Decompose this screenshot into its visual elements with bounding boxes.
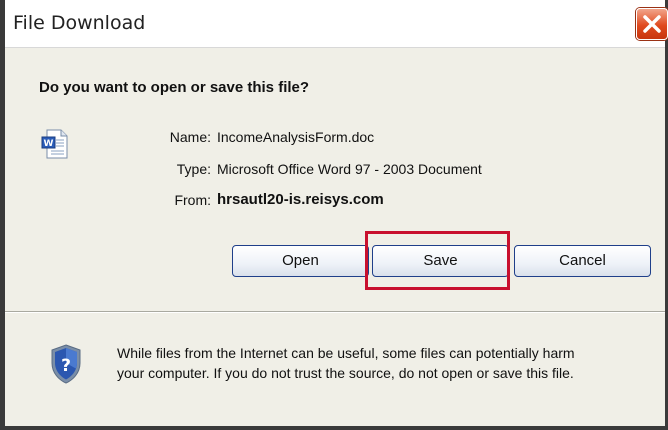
file-source-value: hrsautl20-is.reisys.com (217, 191, 384, 208)
close-button[interactable] (636, 8, 668, 40)
open-button[interactable]: Open (232, 245, 369, 277)
title-bar[interactable]: File Download (5, 0, 668, 48)
svg-text:W: W (44, 139, 54, 149)
file-type-value: Microsoft Office Word 97 - 2003 Document (217, 161, 482, 177)
file-download-dialog: File Download Do you want to open or sav… (0, 0, 668, 430)
cancel-button[interactable]: Cancel (514, 245, 651, 277)
question-text: Do you want to open or save this file? (39, 79, 310, 96)
file-name-value: IncomeAnalysisForm.doc (217, 129, 375, 145)
shield-question-icon: ? (49, 343, 83, 389)
dialog-body: Do you want to open or save this file? W… (5, 48, 665, 426)
warning-line-1: While files from the Internet can be use… (117, 345, 575, 361)
dialog-title: File Download (13, 12, 146, 34)
svg-text:?: ? (61, 356, 71, 376)
security-warning-text: While files from the Internet can be use… (117, 343, 657, 383)
close-icon (643, 15, 661, 33)
name-label: Name: (169, 129, 211, 145)
word-document-icon: W (41, 129, 69, 163)
divider (5, 311, 665, 313)
type-label: Type: (176, 161, 211, 177)
save-highlight-box (365, 231, 510, 290)
from-label: From: (174, 192, 211, 208)
warning-line-2: your computer. If you do not trust the s… (117, 365, 574, 381)
